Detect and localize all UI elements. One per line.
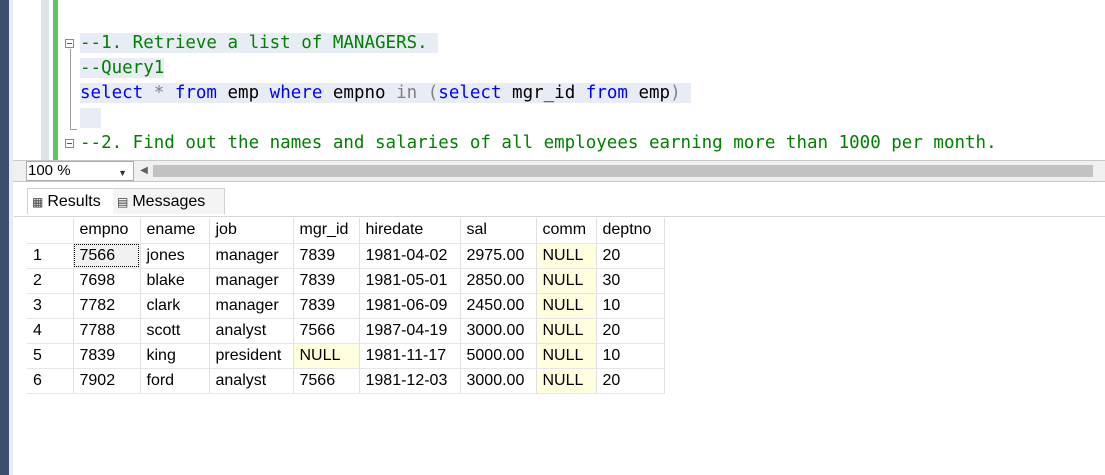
- cell-hiredate[interactable]: 1987-04-19: [359, 318, 461, 344]
- code-line-1: --1. Retrieve a list of MANAGERS.: [80, 33, 439, 53]
- cell-deptno[interactable]: 10: [596, 343, 665, 369]
- cell-ename[interactable]: king: [140, 343, 210, 369]
- collapse-icon[interactable]: [65, 39, 74, 48]
- cell-deptno[interactable]: 10: [596, 293, 665, 319]
- chevron-down-icon: ▼: [118, 168, 127, 178]
- code-line-3: select * from emp where empno in (select…: [80, 83, 692, 103]
- cell-mgr-id[interactable]: 7566: [293, 368, 360, 394]
- column-header[interactable]: job: [209, 218, 294, 244]
- cell-empno[interactable]: 7782: [73, 293, 141, 319]
- fold-guide-end: [70, 129, 77, 130]
- cell-comm[interactable]: NULL: [536, 268, 597, 294]
- cell-job[interactable]: president: [209, 343, 294, 369]
- editor-status-bar: 100 % ▼ ◀: [13, 160, 1105, 182]
- row-number[interactable]: 2: [27, 268, 74, 294]
- cell-mgr-id[interactable]: NULL: [293, 343, 360, 369]
- cell-deptno[interactable]: 20: [596, 318, 665, 344]
- scroll-left-icon[interactable]: ◀: [137, 163, 151, 179]
- cell-empno[interactable]: 7902: [73, 368, 141, 394]
- column-header[interactable]: sal: [460, 218, 537, 244]
- column-header[interactable]: hiredate: [359, 218, 461, 244]
- column-header[interactable]: comm: [536, 218, 597, 244]
- cell-ename[interactable]: blake: [140, 268, 210, 294]
- cell-deptno[interactable]: 20: [596, 368, 665, 394]
- cell-hiredate[interactable]: 1981-11-17: [359, 343, 461, 369]
- tabs-divider: [14, 216, 1105, 217]
- cell-job[interactable]: manager: [209, 268, 294, 294]
- row-header-corner[interactable]: [27, 218, 74, 244]
- column-header[interactable]: empno: [73, 218, 141, 244]
- cell-sal[interactable]: 5000.00: [460, 343, 537, 369]
- cell-job[interactable]: manager: [209, 293, 294, 319]
- code-line-4: [80, 106, 102, 130]
- grid-icon: ▦: [32, 195, 44, 209]
- table-row[interactable]: 3 7782 clark manager 7839 1981-06-09 245…: [27, 293, 665, 319]
- row-number[interactable]: 1: [27, 243, 74, 269]
- cell-sal[interactable]: 3000.00: [460, 318, 537, 344]
- cell-empno[interactable]: 7788: [73, 318, 141, 344]
- cell-comm[interactable]: NULL: [536, 343, 597, 369]
- table-row[interactable]: 5 7839 king president NULL 1981-11-17 50…: [27, 343, 665, 369]
- code-line-2: --Query1: [80, 58, 165, 78]
- cell-ename[interactable]: ford: [140, 368, 210, 394]
- cell-empno[interactable]: 7839: [73, 343, 141, 369]
- column-header[interactable]: deptno: [596, 218, 665, 244]
- collapse-icon[interactable]: [65, 139, 74, 148]
- change-tracking-bar: [53, 0, 58, 160]
- cell-mgr-id[interactable]: 7839: [293, 243, 360, 269]
- cell-mgr-id[interactable]: 7839: [293, 293, 360, 319]
- cell-hiredate[interactable]: 1981-06-09: [359, 293, 461, 319]
- cell-comm[interactable]: NULL: [536, 243, 597, 269]
- cell-empno[interactable]: 7698: [73, 268, 141, 294]
- zoom-value: 100 %: [28, 162, 71, 179]
- cell-hiredate[interactable]: 1981-04-02: [359, 243, 461, 269]
- messages-icon: ▤: [117, 195, 129, 209]
- zoom-dropdown[interactable]: 100 % ▼: [26, 161, 134, 181]
- cell-comm[interactable]: NULL: [536, 368, 597, 394]
- row-number[interactable]: 4: [27, 318, 74, 344]
- cell-sal[interactable]: 2450.00: [460, 293, 537, 319]
- cell-ename[interactable]: clark: [140, 293, 210, 319]
- cell-hiredate[interactable]: 1981-05-01: [359, 268, 461, 294]
- results-grid[interactable]: empno ename job mgr_id hiredate sal comm…: [27, 218, 665, 394]
- row-number[interactable]: 6: [27, 368, 74, 394]
- cell-job[interactable]: analyst: [209, 368, 294, 394]
- cell-sal[interactable]: 2975.00: [460, 243, 537, 269]
- table-row[interactable]: 2 7698 blake manager 7839 1981-05-01 285…: [27, 268, 665, 294]
- results-tabs: ▦ Results ▤ Messages: [13, 182, 1105, 217]
- grid-header-row: empno ename job mgr_id hiredate sal comm…: [27, 218, 665, 244]
- cell-deptno[interactable]: 30: [596, 268, 665, 294]
- tab-results[interactable]: ▦ Results: [27, 188, 125, 214]
- cell-sal[interactable]: 2850.00: [460, 268, 537, 294]
- cell-job[interactable]: analyst: [209, 318, 294, 344]
- cell-mgr-id[interactable]: 7839: [293, 268, 360, 294]
- cell-job[interactable]: manager: [209, 243, 294, 269]
- code-line-5: --2. Find out the names and salaries of …: [80, 133, 997, 153]
- table-row[interactable]: 1 7566 jones manager 7839 1981-04-02 297…: [27, 243, 665, 269]
- row-number[interactable]: 5: [27, 343, 74, 369]
- table-row[interactable]: 4 7788 scott analyst 7566 1987-04-19 300…: [27, 318, 665, 344]
- cell-ename[interactable]: jones: [140, 243, 210, 269]
- cell-comm[interactable]: NULL: [536, 318, 597, 344]
- window-edge: [0, 0, 9, 475]
- cell-empno[interactable]: 7566: [73, 243, 141, 269]
- horizontal-scrollbar[interactable]: [153, 165, 1093, 177]
- cell-ename[interactable]: scott: [140, 318, 210, 344]
- fold-guide: [70, 49, 71, 129]
- cell-hiredate[interactable]: 1981-12-03: [359, 368, 461, 394]
- cell-deptno[interactable]: 20: [596, 243, 665, 269]
- cell-sal[interactable]: 3000.00: [460, 368, 537, 394]
- row-number[interactable]: 3: [27, 293, 74, 319]
- cell-mgr-id[interactable]: 7566: [293, 318, 360, 344]
- column-header[interactable]: mgr_id: [293, 218, 360, 244]
- cell-comm[interactable]: NULL: [536, 293, 597, 319]
- column-header[interactable]: ename: [140, 218, 210, 244]
- table-row[interactable]: 6 7902 ford analyst 7566 1981-12-03 3000…: [27, 368, 665, 394]
- editor-gutter: [41, 0, 49, 160]
- query-editor[interactable]: --1. Retrieve a list of MANAGERS. --Quer…: [13, 0, 1105, 160]
- tab-messages[interactable]: ▤ Messages: [113, 188, 225, 214]
